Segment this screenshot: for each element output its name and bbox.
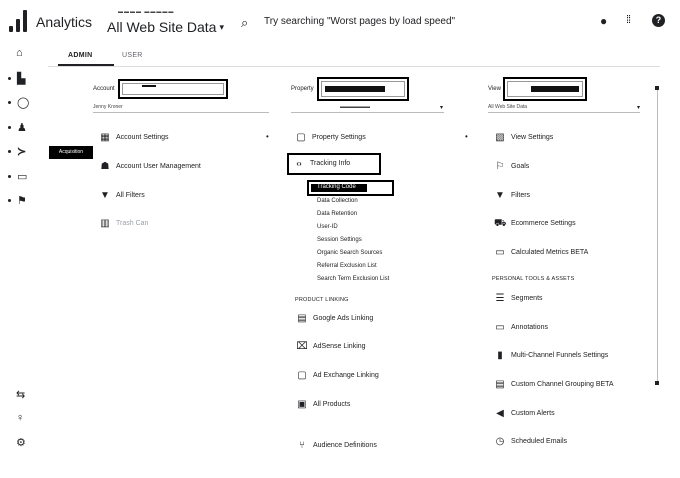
rail-discover[interactable]: ♀ [8, 411, 34, 427]
tab-user[interactable]: USER [122, 52, 143, 59]
tracking-code-icon: ‹› [296, 159, 302, 168]
annotations-icon: ▭ [495, 322, 505, 333]
personal-tools-heading: PERSONAL TOOLS & ASSETS [492, 276, 575, 282]
analytics-logo-icon[interactable] [8, 10, 28, 32]
property-selected-value: ▬▬▬▬▬▬ [340, 104, 370, 110]
view-select-highlight[interactable] [503, 77, 587, 101]
account-label: Account [93, 86, 115, 92]
view-selected-value: All Web Site Data [488, 104, 528, 110]
customization-icon: ▙ [17, 73, 26, 85]
filter-icon: ▼ [100, 190, 110, 201]
top-bar: Analytics ▬▬▬▬ ▬▬▬▬▬ All Web Site Data ▾ … [0, 0, 680, 44]
all-products-icon: ▣ [297, 399, 307, 410]
ecommerce-icon: ⛟ [494, 218, 507, 229]
adexchange-icon: ▢ [297, 370, 307, 381]
acquisition-icon: ≻ [17, 146, 27, 158]
rail-customization[interactable]: ▙ [8, 71, 34, 87]
referral-exclusion-list-link[interactable]: Referral Exclusion List [317, 263, 377, 269]
user-id-link[interactable]: User-ID [317, 224, 338, 230]
session-settings-link[interactable]: Session Settings [317, 237, 362, 243]
segments-icon: ☰ [495, 293, 505, 304]
rail-acquisition[interactable]: ≻ [8, 144, 34, 160]
account-select-highlight[interactable] [118, 79, 228, 99]
rail-admin[interactable]: ⚙ [8, 435, 34, 451]
property-label: Property [291, 86, 314, 92]
chevron-down-icon: ▾ [219, 22, 224, 32]
view-settings-icon: ▧ [495, 132, 505, 143]
adsense-icon: ⌧ [296, 341, 308, 352]
discover-icon: ♀ [16, 412, 25, 424]
rail-audience[interactable]: ♟ [8, 120, 34, 136]
search-icon[interactable]: ⌕ [241, 15, 248, 31]
search-input[interactable]: Try searching "Worst pages by load speed… [264, 16, 455, 27]
goals-icon: ⚐ [495, 161, 505, 172]
rail-conversions[interactable]: ⚑ [8, 193, 34, 209]
channel-grouping-icon: ▤ [495, 379, 505, 390]
audience-icon: ♟ [17, 122, 27, 134]
multichannel-icon: ▮ [497, 350, 503, 361]
property-settings-icon: ▢ [296, 132, 306, 143]
app-title: Analytics [36, 14, 93, 30]
scrollbar-bottom-arrow[interactable] [655, 381, 659, 385]
home-icon: ⌂ [16, 47, 23, 59]
attribution-icon: ⇆ [16, 389, 26, 401]
account-breadcrumb[interactable]: ▬▬▬▬ ▬▬▬▬▬ [118, 9, 174, 15]
tabs-divider [48, 66, 660, 67]
chevron-down-icon[interactable]: ▾ [637, 104, 640, 111]
data-collection-link[interactable]: Data Collection [317, 198, 358, 204]
custom-alerts-icon: ◀ [496, 408, 504, 419]
property-select-highlight[interactable] [317, 77, 409, 101]
chevron-down-icon[interactable]: ▾ [440, 104, 443, 111]
conversions-icon: ⚑ [17, 195, 27, 207]
scrollbar-top-arrow[interactable] [655, 86, 659, 90]
behavior-icon: ▭ [17, 171, 28, 183]
account-selected-value: Jenny Kroner [93, 104, 123, 110]
product-linking-heading: PRODUCT LINKING [295, 297, 349, 303]
search-term-exclusion-list-link[interactable]: Search Term Exclusion List [317, 276, 389, 282]
property-selector[interactable]: All Web Site Data ▾ [107, 19, 224, 35]
property-title: All Web Site Data [107, 19, 217, 35]
google-ads-icon: ▤ [297, 313, 307, 324]
notifications-icon[interactable]: ● [600, 14, 607, 28]
calculated-metrics-icon: ▭ [495, 247, 505, 258]
scheduled-emails-icon: ◷ [495, 436, 505, 447]
acquisition-tooltip: Acquisition [49, 146, 93, 159]
help-icon[interactable]: ? [652, 14, 665, 27]
building-icon: ▦ [100, 132, 110, 143]
scrollbar-track[interactable] [657, 88, 658, 384]
organic-search-sources-link[interactable]: Organic Search Sources [317, 250, 382, 256]
audience-definitions-icon: ⑂ [299, 440, 305, 451]
rail-realtime[interactable]: ◯ [8, 95, 34, 111]
view-label: View [488, 86, 501, 92]
admin-gear-icon: ⚙ [16, 437, 26, 449]
trash-icon: ▥ [100, 218, 110, 229]
users-icon: ☗ [100, 161, 110, 172]
apps-icon[interactable]: ⁞⁞ [626, 14, 631, 26]
rail-behavior[interactable]: ▭ [8, 169, 34, 185]
tab-admin[interactable]: ADMIN [68, 52, 92, 59]
rail-attribution[interactable]: ⇆ [8, 387, 34, 403]
data-retention-link[interactable]: Data Retention [317, 211, 357, 217]
column-divider-dot: • [465, 132, 468, 141]
column-divider-dot: • [266, 132, 269, 141]
realtime-icon: ◯ [17, 97, 30, 109]
rail-home[interactable]: ⌂ [8, 46, 34, 62]
filters-icon: ▼ [495, 190, 505, 201]
tracking-code-link[interactable]: Tracking Code [317, 184, 356, 190]
